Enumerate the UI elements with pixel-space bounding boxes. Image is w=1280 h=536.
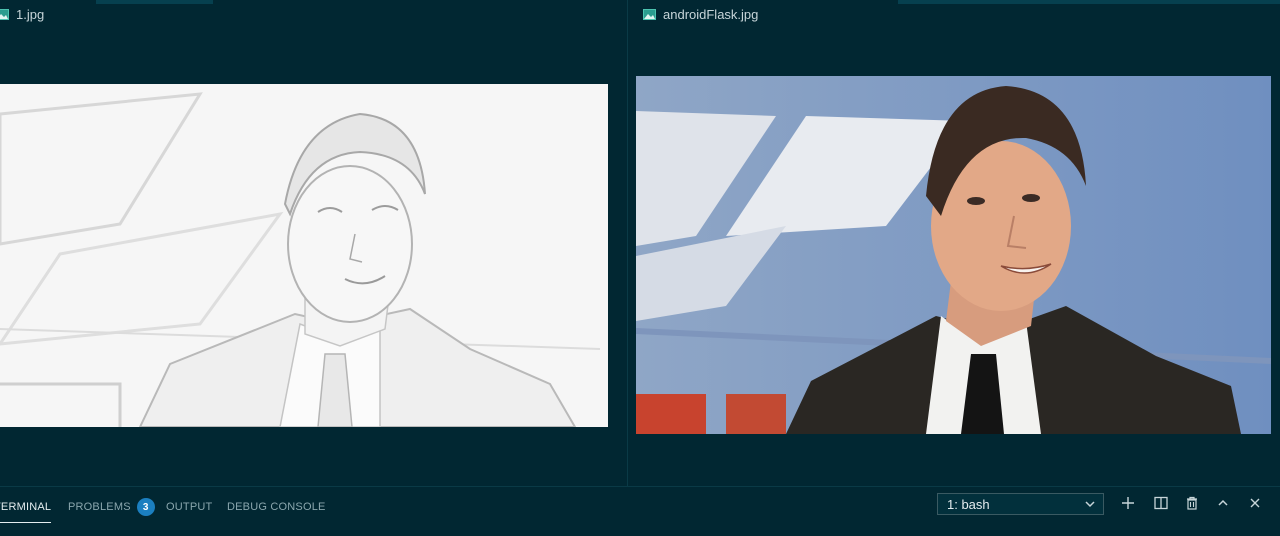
split-icon[interactable] (1152, 494, 1170, 512)
editor-pane-left: 1.jpg (0, 0, 627, 486)
file-tab-right[interactable]: androidFlask.jpg (643, 7, 758, 22)
image-file-icon (0, 9, 9, 20)
problems-count-badge: 3 (136, 498, 155, 516)
tab-label: OUTPUT (166, 501, 213, 513)
close-icon[interactable] (1246, 494, 1264, 512)
tab-terminal[interactable]: TERMINAL (0, 497, 52, 523)
image-file-icon (643, 9, 656, 20)
chevron-down-icon (1085, 501, 1095, 508)
plus-icon[interactable] (1119, 494, 1137, 512)
terminal-select-value: 1: bash (947, 496, 990, 512)
tab-problems[interactable]: PROBLEMS 3 (68, 497, 155, 517)
file-tab-label: androidFlask.jpg (663, 7, 759, 22)
file-tab-label: 1.jpg (16, 7, 45, 22)
tab-output[interactable]: OUTPUT (166, 497, 212, 517)
trash-icon[interactable] (1183, 494, 1201, 512)
photo-image-preview (636, 76, 1271, 434)
tab-label: TERMINAL (0, 501, 52, 513)
sketch-image-preview (0, 84, 608, 427)
tab-label: PROBLEMS (68, 501, 131, 513)
terminal-select[interactable]: 1: bash (937, 493, 1104, 515)
tab-label: DEBUG CONSOLE (227, 501, 326, 513)
file-tab-left[interactable]: 1.jpg (0, 7, 44, 22)
tab-debug-console[interactable]: DEBUG CONSOLE (227, 497, 326, 517)
panel-bar: TERMINAL PROBLEMS 3 OUTPUT DEBUG CONSOLE… (0, 486, 1280, 536)
chevron-up-icon[interactable] (1214, 494, 1232, 512)
editor-pane-right: androidFlask.jpg (628, 0, 1280, 486)
